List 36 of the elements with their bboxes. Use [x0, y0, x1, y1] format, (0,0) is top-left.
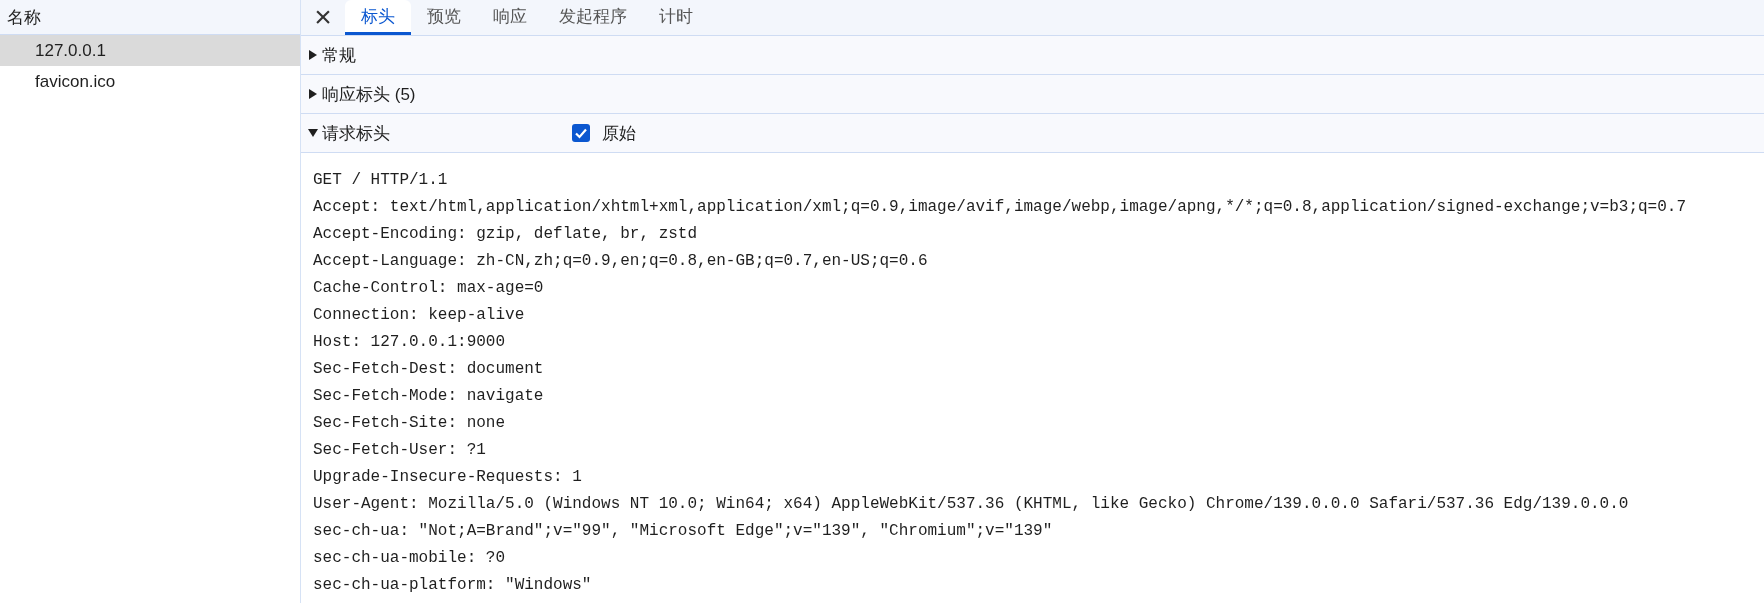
header-line: Connection: keep-alive — [313, 305, 526, 326]
header-line: sec-ch-ua-platform: "Windows" — [313, 575, 593, 596]
header-line: Accept-Language: zh-CN,zh;q=0.9,en;q=0.8,en-GB;q=0.7,en-US;q=0.6 — [313, 251, 929, 272]
header-line: Accept: text/html,application/xhtml+xml,application/xml;q=0.9,image/avif,image/webp,image/apng,*/*;q=0.8,application/signed-exchange;v=b3;q=0.7 — [313, 197, 1688, 218]
request-row[interactable]: favicon.ico — [0, 66, 300, 97]
checkbox-label: 原始 — [602, 122, 636, 145]
header-line: GET / HTTP/1.1 — [313, 170, 449, 191]
request-row[interactable]: 127.0.0.1 — [0, 35, 300, 66]
section-title: 常规 — [322, 44, 357, 67]
header-line: sec-ch-ua: "Not;A=Brand";v="99", "Microsoft Edge";v="139", "Chromium";v="139" — [313, 521, 1054, 542]
header-line: Upgrade-Insecure-Requests: 1 — [313, 467, 583, 488]
tab[interactable]: 计时 — [643, 0, 709, 35]
section-title: 请求标头 — [322, 122, 391, 145]
checkbox[interactable] — [572, 124, 590, 142]
expand-triangle-icon[interactable] — [308, 50, 318, 60]
collapse-triangle-icon[interactable] — [308, 128, 318, 138]
header-line: Sec-Fetch-Dest: document — [313, 359, 545, 380]
tab[interactable]: 标头 — [345, 0, 411, 35]
tab[interactable]: 预览 — [411, 0, 477, 35]
header-line: sec-ch-ua-mobile: ?0 — [313, 548, 507, 569]
tab[interactable]: 响应 — [477, 0, 543, 35]
header-line: Cache-Control: max-age=0 — [313, 278, 545, 299]
header-line: Sec-Fetch-User: ?1 — [313, 440, 487, 461]
column-header[interactable]: 名称 — [0, 0, 300, 35]
tab[interactable]: 发起程序 — [543, 0, 643, 35]
section-header[interactable]: 响应标头 (5) — [301, 75, 1764, 114]
header-line: User-Agent: Mozilla/5.0 (Windows NT 10.0; Win64; x64) AppleWebKit/537.36 (KHTML, like Gecko) Chrome/139.0.0.0 Safari/537.36 Edg/139.0.0.0 — [313, 494, 1630, 515]
header-line: Sec-Fetch-Site: none — [313, 413, 507, 434]
header-line: Accept-Encoding: gzip, deflate, br, zstd — [313, 224, 699, 245]
section-header[interactable]: 常规 — [301, 36, 1764, 75]
header-line: Sec-Fetch-Mode: navigate — [313, 386, 545, 407]
expand-triangle-icon[interactable] — [308, 89, 318, 99]
section-title: 响应标头 (5) — [322, 83, 417, 106]
section-header[interactable]: 请求标头 原始 — [301, 114, 1764, 153]
header-line: Host: 127.0.0.1:9000 — [313, 332, 507, 353]
close-button[interactable]: × — [301, 0, 345, 35]
